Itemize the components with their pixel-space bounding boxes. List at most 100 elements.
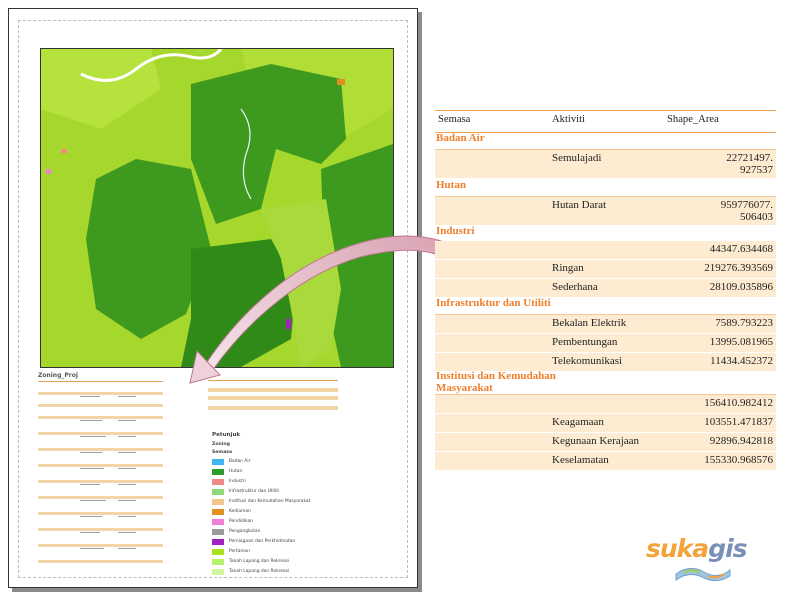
- mini-text-line: [80, 548, 104, 550]
- mini-text-line: [118, 396, 136, 398]
- cell-area: 156410.982412: [704, 397, 773, 409]
- mini-row-band: [38, 480, 163, 483]
- table-row[interactable]: 44347.634468: [435, 241, 776, 260]
- mini-text-line: [118, 420, 136, 422]
- table-row[interactable]: Ringan 219276.393569: [435, 260, 776, 279]
- mini-text-line: [80, 436, 106, 438]
- group-label-wrap: Masyarakat: [436, 382, 493, 394]
- mini-text-line: [80, 500, 106, 502]
- group-label: Badan Air: [436, 132, 485, 144]
- group-hutan: Hutan: [435, 178, 776, 197]
- table-row[interactable]: Pembentungan 13995.081965: [435, 334, 776, 353]
- legend-label: Perniagaan dan Perkhidmatan: [229, 539, 296, 544]
- legend-swatch: [212, 539, 224, 545]
- mini-row-band: [38, 448, 163, 451]
- sukagis-logo: sukagis: [646, 534, 770, 584]
- cell-area-wrap: 506403: [740, 211, 773, 223]
- mini-text-line: [80, 420, 102, 422]
- mini-text-line: [80, 452, 102, 454]
- legend-item: Kediaman: [212, 508, 362, 516]
- legend-swatch: [212, 459, 224, 465]
- table-row[interactable]: Semulajadi 22721497. 927537: [435, 150, 776, 179]
- cell-area: 7589.793223: [715, 317, 773, 329]
- mini-text-line: [80, 468, 104, 470]
- mini-row-band: [38, 432, 163, 435]
- logo-part-suka: suka: [646, 534, 709, 563]
- legend-swatch: [212, 479, 224, 485]
- legend-label: Tanah Lapang dan Rekreasi: [229, 559, 290, 564]
- legend-item: Pengangkutan: [212, 528, 362, 536]
- legend-swatch: [212, 559, 224, 565]
- cell-aktiviti: Keagamaan: [552, 416, 604, 428]
- map-urban: [337, 79, 345, 85]
- cell-aktiviti: Sederhana: [552, 281, 598, 293]
- mini-report-title: Zoning_Proj: [38, 372, 78, 379]
- logo-text: sukagis: [646, 534, 748, 563]
- legend-label: Pengangkutan: [229, 529, 261, 534]
- cell-aktiviti: Bekalan Elektrik: [552, 317, 627, 329]
- cell-area: 28109.035896: [709, 281, 773, 293]
- table-row[interactable]: Keagamaan 103551.471837: [435, 414, 776, 433]
- legend-title: Petunjuk: [212, 432, 241, 438]
- cell-aktiviti: Semulajadi: [552, 152, 602, 164]
- mini-report: Zoning_Proj: [38, 372, 163, 572]
- map-legend: Petunjuk Zoning Semasa Badan Air Hutan Ind…: [212, 432, 362, 577]
- legend-item: Badan Air: [212, 458, 362, 466]
- group-label: Industri: [436, 225, 475, 237]
- mini-row-band: [38, 560, 163, 563]
- legend-subtitle: Zoning: [212, 442, 230, 447]
- group-badan-air: Badan Air: [435, 131, 776, 150]
- mini-text-line: [80, 516, 102, 518]
- legend-swatch: [212, 549, 224, 555]
- legend-label: Infrastruktur dan Utiliti: [229, 489, 280, 494]
- cell-aktiviti: Keselamatan: [552, 454, 609, 466]
- logo-part-gis: gis: [708, 534, 747, 563]
- mini-text-line: [118, 484, 136, 486]
- cell-area: 11434.452372: [710, 355, 773, 367]
- table-header: Semasa Aktiviti Shape_Area: [435, 110, 776, 133]
- table-row[interactable]: Bekalan Elektrik 7589.793223: [435, 315, 776, 334]
- header-shape-area: Shape_Area: [667, 114, 719, 125]
- legend-swatch: [212, 509, 224, 515]
- legend-swatch: [212, 489, 224, 495]
- cell-aktiviti: Pembentungan: [552, 336, 618, 348]
- legend-item: Tanah Lapang dan Rekreasi: [212, 558, 362, 566]
- cell-area: 44347.634468: [709, 243, 773, 255]
- cell-area: 92896.942818: [709, 435, 773, 447]
- cell-aktiviti: Ringan: [552, 262, 584, 274]
- mini-text-line: [80, 484, 100, 486]
- cell-aktiviti: Kegunaan Kerajaan: [552, 435, 640, 447]
- legend-label: Industri: [229, 479, 246, 484]
- cell-aktiviti: Hutan Darat: [552, 199, 607, 211]
- header-aktiviti: Aktiviti: [552, 114, 585, 125]
- callout-arrow: [189, 235, 471, 384]
- mini-text-line: [80, 396, 100, 398]
- table-row[interactable]: Hutan Darat 959776077. 506403: [435, 197, 776, 226]
- legend-group-label: Semasa: [212, 450, 233, 455]
- mini-header-line: [38, 381, 163, 382]
- legend-swatch: [212, 519, 224, 525]
- table-row[interactable]: Keselamatan 155330.968576: [435, 452, 776, 471]
- map-urban: [61, 149, 67, 153]
- legend-swatch: [212, 469, 224, 475]
- table-row[interactable]: 156410.982412: [435, 395, 776, 414]
- legend-swatch: [212, 499, 224, 505]
- cell-area-wrap: 927537: [740, 164, 773, 176]
- map-urban: [46, 169, 51, 174]
- legend-item: Institusi dan Kemudahan Masyarakat: [212, 498, 362, 506]
- mini-row-band: [38, 416, 163, 419]
- table-row[interactable]: Kegunaan Kerajaan 92896.942818: [435, 433, 776, 452]
- group-label: Infrastruktur dan Utiliti: [436, 297, 551, 309]
- legend-item: Industri: [212, 478, 362, 486]
- legend-label: Hutan: [229, 469, 243, 474]
- legend-item: Tanah Lapang dan Rekreasi: [212, 568, 362, 576]
- mini-row-band: [38, 512, 163, 515]
- mini-text-line: [118, 468, 136, 470]
- cell-area: 13995.081965: [709, 336, 773, 348]
- mini-text-line: [118, 500, 136, 502]
- legend-item: Pertanian: [212, 548, 362, 556]
- cell-area: 103551.471837: [704, 416, 773, 428]
- mini-text-line: [118, 436, 136, 438]
- group-label: Hutan: [436, 179, 466, 191]
- legend-item: Infrastruktur dan Utiliti: [212, 488, 362, 496]
